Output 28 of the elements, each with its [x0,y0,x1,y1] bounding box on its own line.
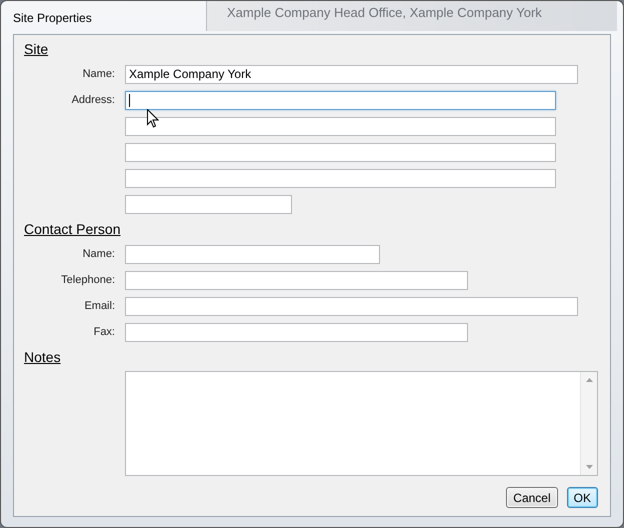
text-field[interactable] [125,297,578,316]
text-field[interactable] [125,271,468,290]
text-field[interactable]: Xample Company York [125,65,578,84]
section-heading: Site [24,41,48,59]
field-label: Name: [82,247,115,262]
window-title: Site Properties [13,10,92,24]
text-field[interactable] [125,169,556,188]
field-label: Fax: [92,325,115,340]
field-label: Telephone: [60,273,115,288]
dialog-button[interactable]: Cancel [506,487,558,508]
text-field[interactable] [125,117,556,136]
scrollbar[interactable] [580,372,597,475]
mouse-pointer-icon [147,109,159,128]
notes-field[interactable] [125,371,598,476]
background-window-text: Xample Company Head Office, Xample Company York [227,5,542,20]
field-label: Address: [70,93,115,108]
text-field[interactable] [125,195,292,214]
text-field[interactable] [125,91,556,110]
section-heading: Notes [24,349,61,367]
scroll-down-icon[interactable] [586,465,592,469]
text-field[interactable] [125,143,556,162]
text-field[interactable] [125,245,380,264]
field-label: Name: [82,67,115,82]
dialog-button[interactable]: OK [566,487,598,508]
field-label: Email: [83,299,115,314]
text-field[interactable] [125,323,468,342]
scroll-up-icon[interactable] [586,378,592,382]
section-heading: Contact Person [24,221,120,239]
